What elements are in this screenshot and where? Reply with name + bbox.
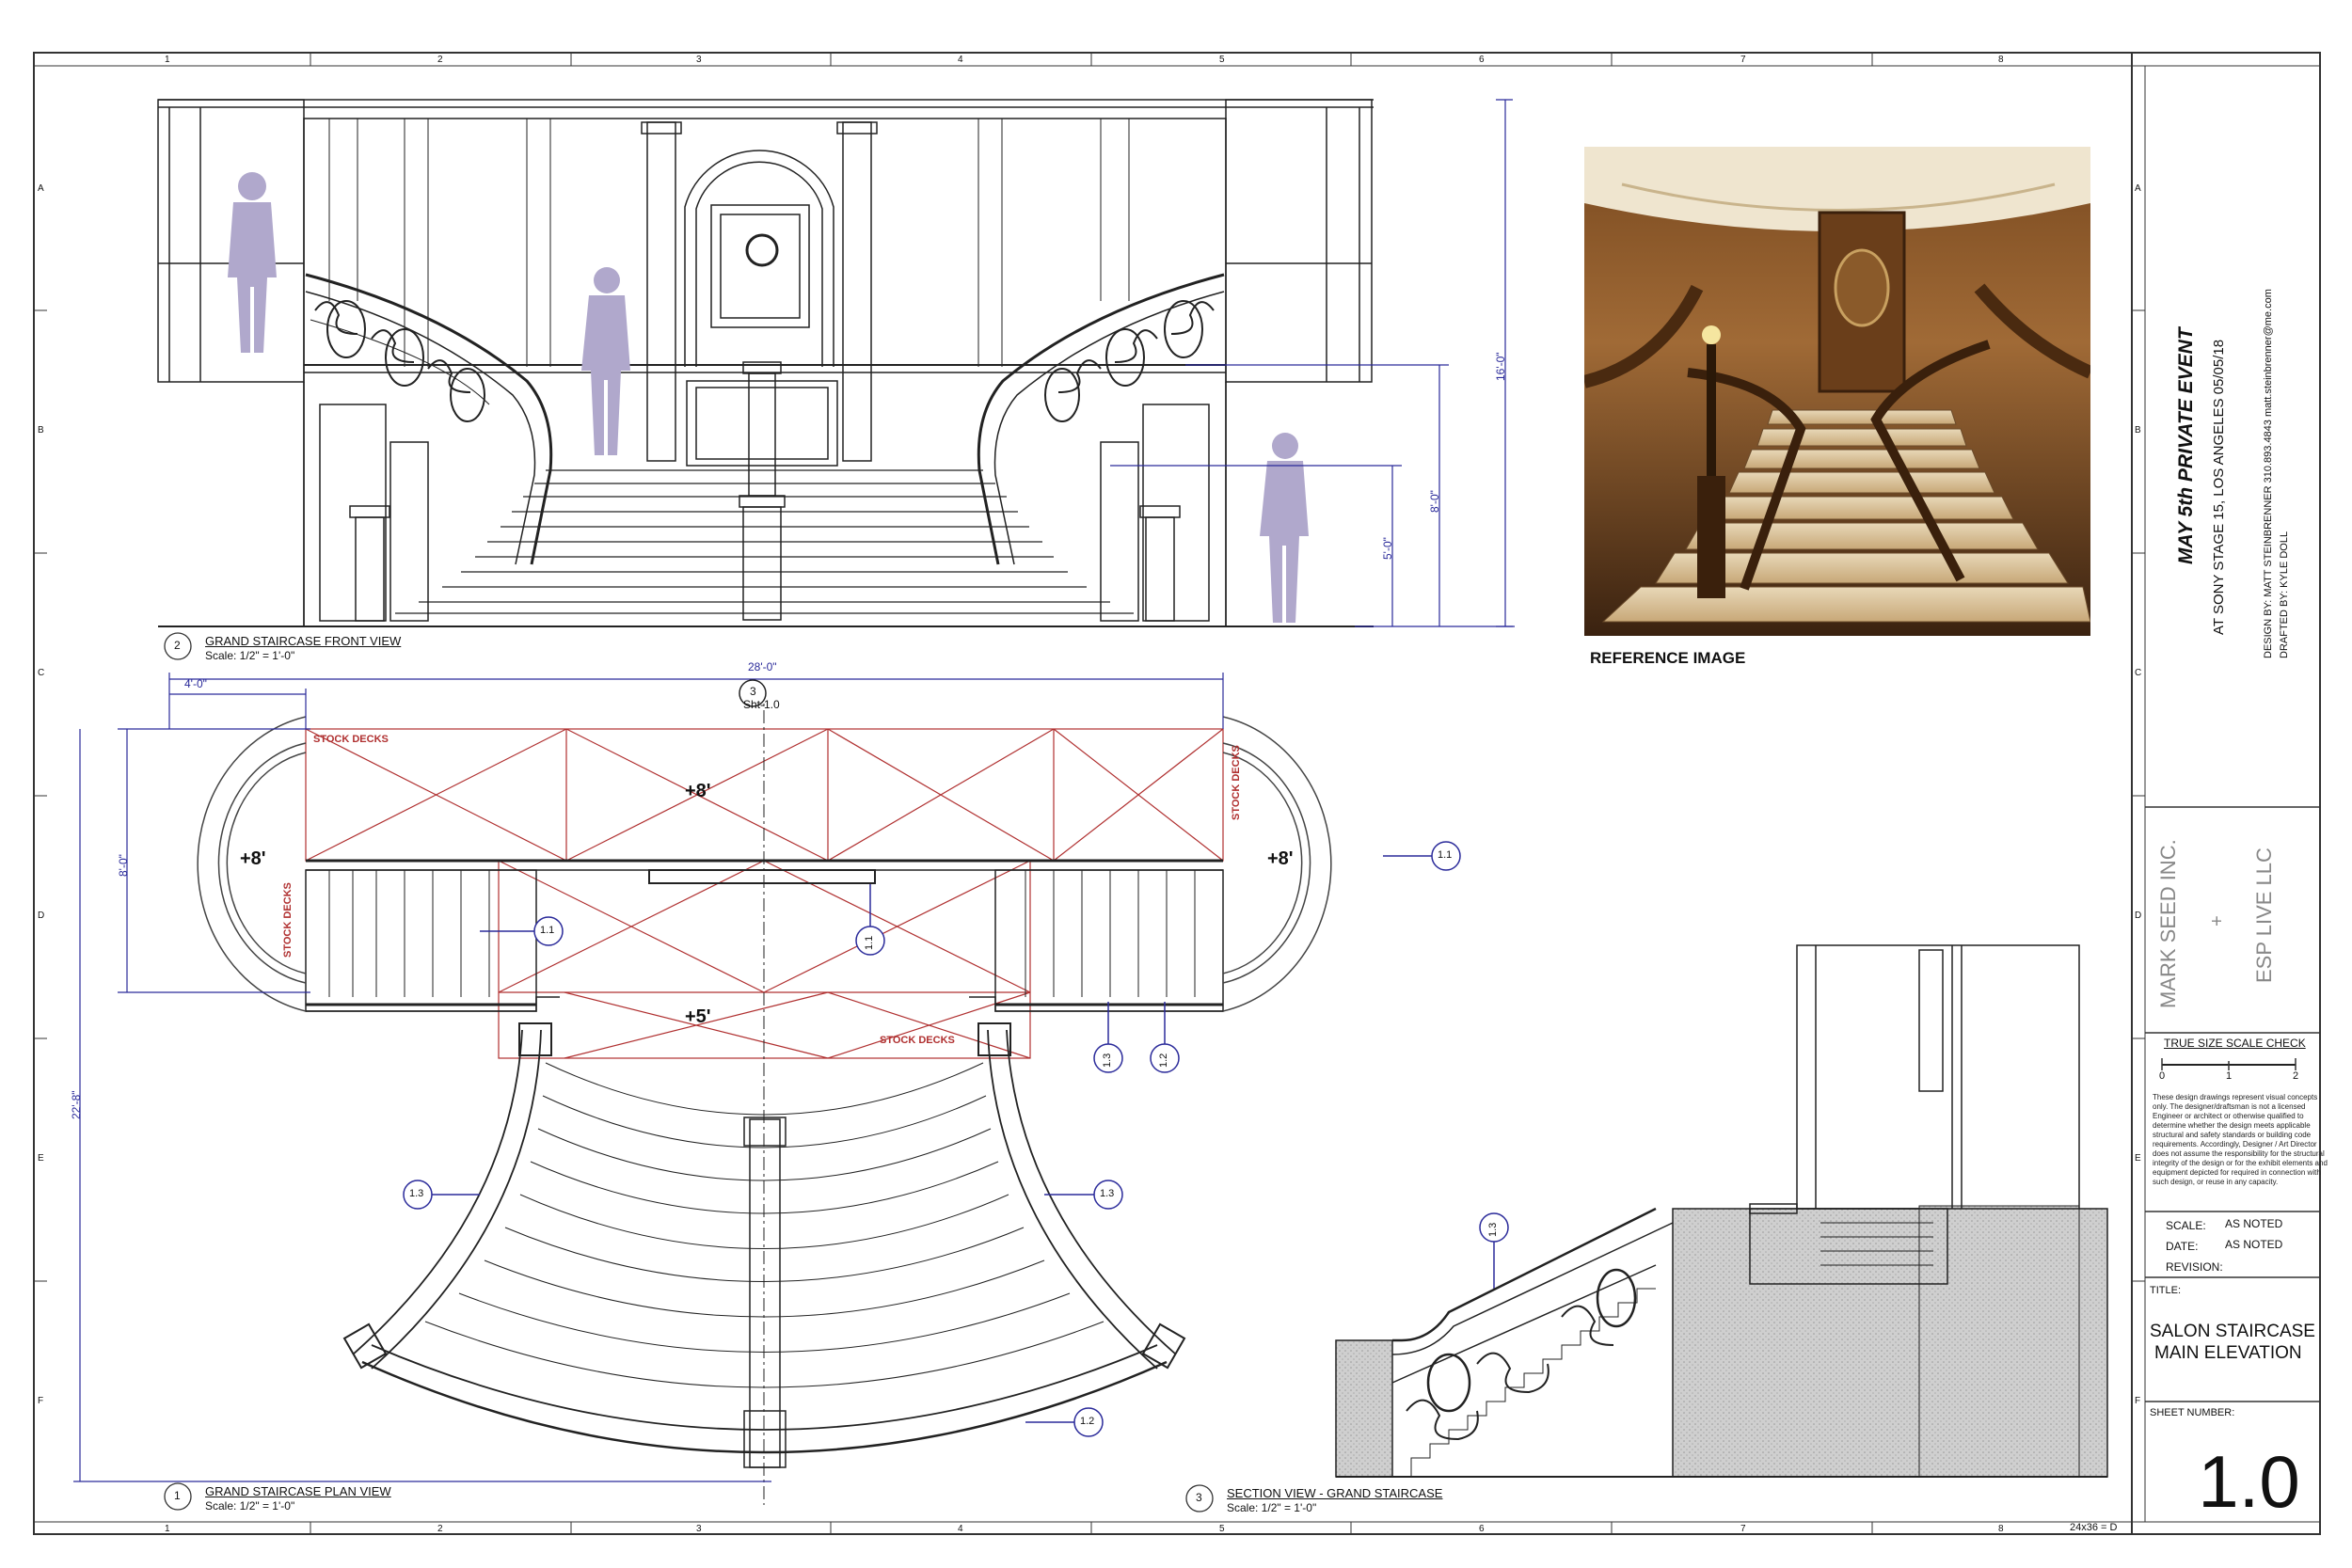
stock-decks-label-left: STOCK DECKS bbox=[282, 882, 294, 958]
callout-1-1-plan-center: 1.1 bbox=[864, 935, 875, 950]
event-title: MAY 5th PRIVATE EVENT bbox=[2175, 327, 2197, 564]
callout-1-3-plan-right: 1.3 bbox=[1100, 1188, 1115, 1199]
company-1: MARK SEED INC. bbox=[2156, 839, 2180, 1008]
sheet-size: 24x36 = D bbox=[2070, 1522, 2118, 1533]
date-label: DATE: bbox=[2166, 1240, 2199, 1253]
scale-tick-0: 0 bbox=[2159, 1070, 2166, 1082]
elevation-landing: +5' bbox=[685, 1006, 711, 1027]
title-label: TITLE: bbox=[2150, 1285, 2182, 1296]
section-view-drawing bbox=[1335, 944, 2108, 1478]
scale-value: AS NOTED bbox=[2225, 1217, 2283, 1230]
front-view-title: GRAND STAIRCASE FRONT VIEW bbox=[205, 634, 402, 648]
grid-column-label-top: 5 bbox=[1219, 55, 1225, 65]
grid-column-label-top: 6 bbox=[1479, 55, 1485, 65]
title-line-1: SALON STAIRCASE bbox=[2150, 1322, 2315, 1341]
dim-depth-22: 22'-8" bbox=[70, 1090, 83, 1119]
dim-depth-8: 8'-0" bbox=[117, 854, 130, 877]
callout-1-1-plan-right: 1.1 bbox=[1438, 849, 1453, 861]
drafted-by: DRAFTED BY: KYLE DOLL bbox=[2279, 531, 2290, 658]
section-view-number: 3 bbox=[1196, 1491, 1202, 1504]
grid-column-label-bottom: 1 bbox=[165, 1524, 170, 1534]
callout-1-1-plan-left: 1.1 bbox=[540, 925, 555, 936]
section-marker-number: 3 bbox=[750, 685, 756, 698]
grid-column-label-top: 8 bbox=[1998, 55, 2004, 65]
grid-column-label-bottom: 7 bbox=[1740, 1524, 1746, 1534]
stock-decks-label-landing: STOCK DECKS bbox=[880, 1035, 955, 1046]
grid-row-label-left: E bbox=[38, 1153, 44, 1164]
callout-1-3-section: 1.3 bbox=[1487, 1222, 1499, 1237]
grid-column-label-top: 3 bbox=[696, 55, 702, 65]
dim-width-4: 4'-0" bbox=[184, 677, 207, 690]
front-view-drawing bbox=[157, 99, 1374, 627]
plan-view-drawing bbox=[197, 687, 1332, 1505]
stock-decks-label-top: STOCK DECKS bbox=[313, 734, 389, 745]
grid-column-label-bottom: 4 bbox=[958, 1524, 963, 1534]
callout-1-3-plan-left: 1.3 bbox=[409, 1188, 424, 1199]
human-figure-icon bbox=[1260, 433, 1309, 623]
section-view-scale: Scale: 1/2" = 1'-0" bbox=[1227, 1501, 1317, 1514]
grid-column-label-bottom: 6 bbox=[1479, 1524, 1485, 1534]
grid-row-label-right: A bbox=[2135, 183, 2141, 194]
front-dimensions bbox=[1110, 99, 1515, 627]
company-plus: + bbox=[2207, 915, 2228, 927]
grid-row-label-left: F bbox=[38, 1396, 44, 1406]
date-value: AS NOTED bbox=[2225, 1238, 2283, 1251]
grid-row-label-left: B bbox=[38, 425, 44, 436]
scale-label: SCALE: bbox=[2166, 1219, 2206, 1232]
grid-column-label-bottom: 8 bbox=[1998, 1524, 2004, 1534]
dim-height-8: 8'-0" bbox=[1428, 490, 1441, 513]
elevation-right-wing: +8' bbox=[1267, 848, 1294, 869]
section-view-title: SECTION VIEW - GRAND STAIRCASE bbox=[1227, 1486, 1443, 1500]
grid-row-label-right: F bbox=[2135, 1396, 2141, 1406]
stock-decks-label-right: STOCK DECKS bbox=[1231, 745, 1242, 820]
event-subtitle: AT SONY STAGE 15, LOS ANGELES 05/05/18 bbox=[2211, 339, 2227, 635]
grid-row-label-left: A bbox=[38, 183, 44, 194]
grid-row-label-right: D bbox=[2135, 911, 2142, 921]
grid-column-label-top: 1 bbox=[165, 55, 170, 65]
grid-column-label-bottom: 2 bbox=[437, 1524, 443, 1534]
grid-row-label-right: C bbox=[2135, 668, 2142, 678]
plan-view-number: 1 bbox=[174, 1489, 181, 1502]
dim-height-5: 5'-0" bbox=[1381, 537, 1394, 560]
callout-1-2-plan-bottom: 1.2 bbox=[1080, 1416, 1095, 1427]
scale-tick-2: 2 bbox=[2293, 1070, 2299, 1082]
reference-image-title: REFERENCE IMAGE bbox=[1590, 649, 1746, 667]
scale-check-title: TRUE SIZE SCALE CHECK bbox=[2164, 1037, 2306, 1050]
callout-1-3-plan-a: 1.3 bbox=[1102, 1053, 1113, 1068]
front-view-number: 2 bbox=[174, 639, 181, 652]
callout-1-2-plan-a: 1.2 bbox=[1158, 1053, 1169, 1068]
reference-image bbox=[1584, 147, 2090, 636]
grid-row-label-right: E bbox=[2135, 1153, 2141, 1164]
plan-view-title: GRAND STAIRCASE PLAN VIEW bbox=[205, 1484, 391, 1498]
grid-column-label-bottom: 3 bbox=[696, 1524, 702, 1534]
human-figure-icon bbox=[228, 172, 277, 353]
elevation-main: +8' bbox=[685, 781, 711, 801]
grid-column-label-top: 7 bbox=[1740, 55, 1746, 65]
grid-column-label-top: 4 bbox=[958, 55, 963, 65]
sheet-number: 1.0 bbox=[2198, 1440, 2300, 1523]
front-view-scale: Scale: 1/2" = 1'-0" bbox=[205, 649, 295, 662]
grid-column-label-bottom: 5 bbox=[1219, 1524, 1225, 1534]
elevation-left-wing: +8' bbox=[240, 848, 266, 869]
grid-row-label-right: B bbox=[2135, 425, 2141, 436]
section-marker-sheet: Sht-1.0 bbox=[743, 698, 780, 711]
design-by: DESIGN BY: MATT STEINBRENNER 310.893.484… bbox=[2263, 289, 2274, 658]
plan-view-scale: Scale: 1/2" = 1'-0" bbox=[205, 1499, 295, 1513]
grid-row-label-left: D bbox=[38, 911, 45, 921]
revision-label: REVISION: bbox=[2166, 1260, 2223, 1274]
sheet-number-label: SHEET NUMBER: bbox=[2150, 1407, 2235, 1418]
scale-tick-1: 1 bbox=[2226, 1070, 2233, 1082]
dim-height-16: 16'-0" bbox=[1494, 352, 1507, 381]
company-2: ESP LIVE LLC bbox=[2252, 847, 2276, 983]
grid-column-label-top: 2 bbox=[437, 55, 443, 65]
plan-dimensions bbox=[73, 673, 1224, 1482]
dim-width-28: 28'-0" bbox=[748, 660, 777, 673]
human-figure-icon bbox=[581, 267, 630, 455]
disclaimer-text: These design drawings represent visual c… bbox=[2153, 1093, 2328, 1186]
grid-row-label-left: C bbox=[38, 668, 45, 678]
title-line-2: MAIN ELEVATION bbox=[2154, 1343, 2302, 1363]
